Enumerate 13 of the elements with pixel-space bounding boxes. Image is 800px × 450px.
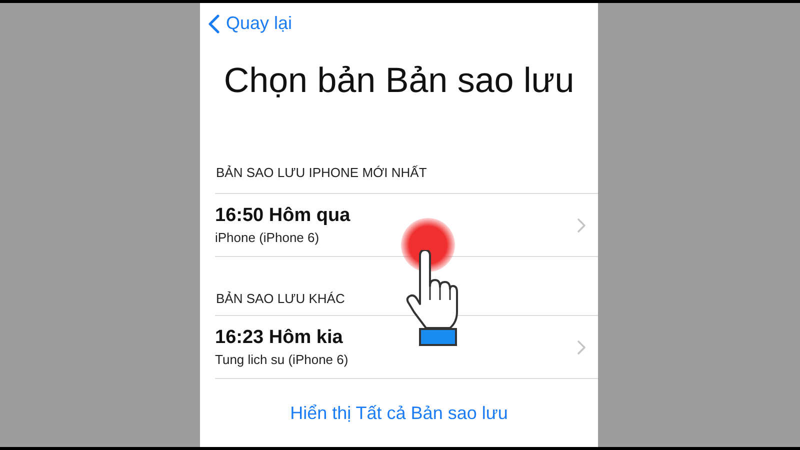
hand-pointer-icon: [406, 250, 458, 346]
backup-time: 16:50 Hôm qua: [215, 205, 350, 227]
page-title: Chọn bản Bản sao lưu: [222, 61, 576, 101]
section-header: BẢN SAO LƯU KHÁC: [215, 291, 346, 308]
backup-time: 16:23 Hôm kia: [215, 327, 344, 349]
chevron-right-icon: [577, 218, 586, 232]
show-all-backups-link[interactable]: Hiển thị Tất cả Bản sao lưu: [290, 403, 508, 424]
backup-device: Tung lich su (iPhone 6): [215, 352, 348, 367]
chevron-right-icon: [577, 340, 586, 354]
backup-device: iPhone (iPhone 6): [215, 230, 320, 245]
section-header: BẢN SAO LƯU IPHONE MỚI NHẤT: [215, 165, 428, 182]
chevron-left-icon: [208, 14, 220, 34]
back-button[interactable]: Quay lại: [208, 13, 292, 34]
